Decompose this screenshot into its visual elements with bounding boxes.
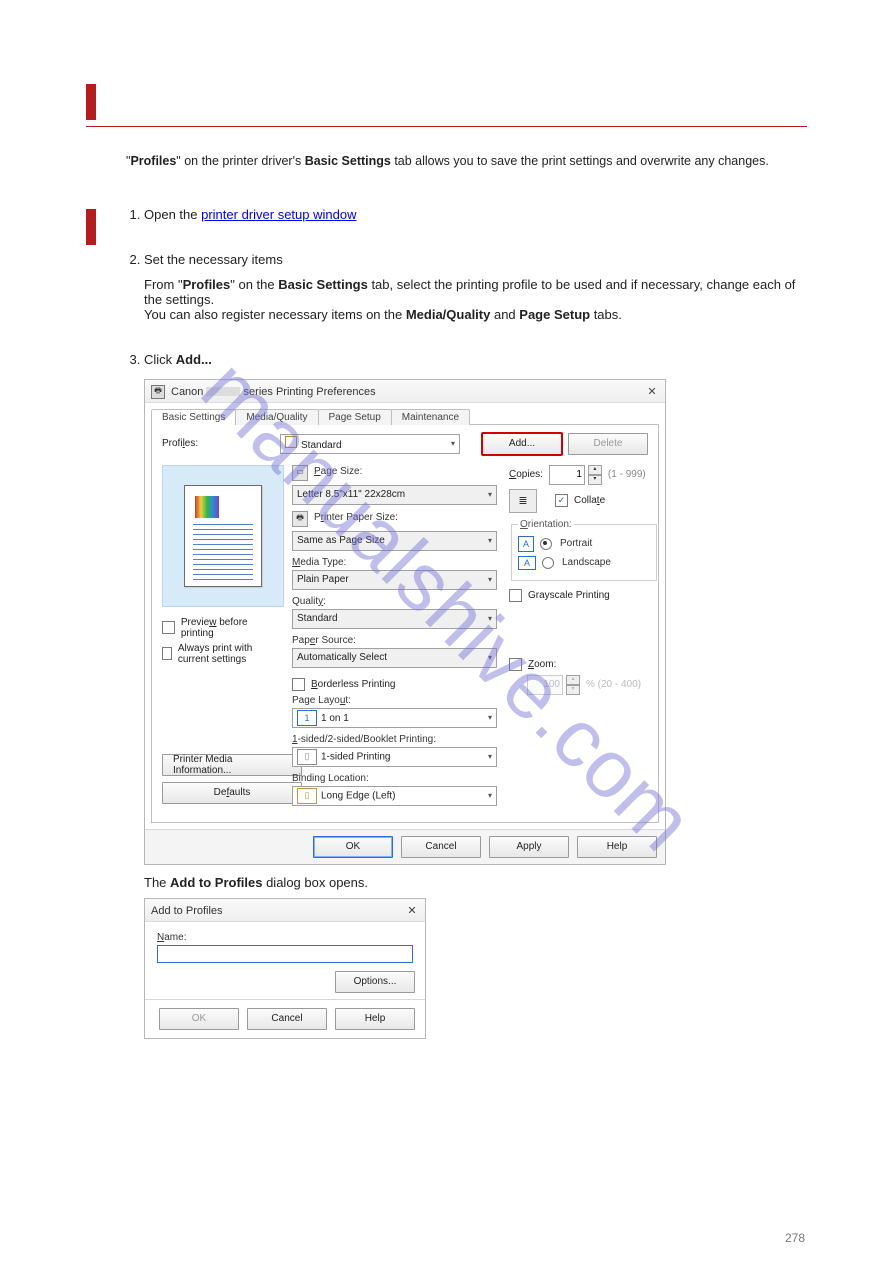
zoom-label: Zoom: (528, 659, 556, 670)
grayscale-label: Grayscale Printing (528, 590, 610, 601)
add-to-profiles-dialog: Add to Profiles ✕ Name: Options... OK (144, 898, 426, 1039)
borderless-checkbox[interactable] (292, 678, 305, 691)
dialog-title: Canon series Printing Preferences (171, 386, 376, 398)
step-3: Click Add... 🖶 Canon series Printing Pre… (144, 352, 807, 1039)
title-red-pillar (86, 84, 96, 120)
zoom-range: % (20 - 400) (586, 679, 641, 690)
delete-button[interactable]: Delete (568, 433, 648, 455)
page-layout-label: Page Layout: (292, 695, 497, 706)
printer-paper-size-label: Printer Paper Size: (314, 512, 398, 523)
add-help-button[interactable]: Help (335, 1008, 415, 1030)
redacted-model (206, 387, 240, 396)
orientation-group: Orientation: A Portrait (511, 519, 657, 581)
copies-range: (1 - 999) (608, 469, 646, 480)
sheet-icon (184, 485, 262, 587)
always-checkbox-label: Always print with current settings (178, 643, 282, 665)
sided-combo[interactable]: ▯1-sided Printing▾ (292, 747, 497, 767)
tabs: Basic Settings Media/Quality Page Setup … (151, 403, 659, 425)
defaults-button[interactable]: Defaults (162, 782, 302, 804)
printer-media-info-button[interactable]: Printer Media Information... (162, 754, 302, 776)
paper-source-combo[interactable]: Automatically Select▾ (292, 648, 497, 668)
copies-input[interactable] (549, 465, 585, 485)
portrait-radio[interactable] (540, 538, 552, 550)
tab-media-quality[interactable]: Media/Quality (235, 409, 318, 425)
page-layout-combo[interactable]: 11 on 1▾ (292, 708, 497, 728)
printer-paper-size-combo[interactable]: Same as Page Size▾ (292, 531, 497, 551)
orientation-legend: Orientation: (518, 519, 574, 530)
copies-spin[interactable]: ▴▾ (549, 465, 602, 485)
zoom-spin: ▴▾ (527, 675, 580, 695)
dialog-button-bar: OK Cancel Apply Help (145, 829, 665, 864)
page-size-combo[interactable]: Letter 8.5"x11" 22x28cm▾ (292, 485, 497, 505)
step3-after-text: The Add to Profiles dialog box opens. (144, 875, 807, 890)
section-red-pillar (86, 209, 96, 245)
always-checkbox[interactable] (162, 647, 172, 660)
collate-label: Collate (574, 495, 605, 506)
chevron-down-icon: ▾ (451, 439, 455, 448)
header-title-row (86, 84, 807, 120)
tab-page-setup[interactable]: Page Setup (318, 409, 392, 425)
tab-maintenance[interactable]: Maintenance (391, 409, 470, 425)
spin-up-icon[interactable]: ▴ (588, 465, 602, 475)
add-dialog-title: Add to Profiles (151, 905, 223, 917)
borderless-label: Borderless Printing (311, 679, 395, 690)
options-button[interactable]: Options... (335, 971, 415, 993)
page-intro-text: "Profiles" on the printer driver's Basic… (126, 153, 807, 171)
sided-label: 1-sided/2-sided/Booklet Printing: (292, 734, 497, 745)
grayscale-checkbox[interactable] (509, 589, 522, 602)
binding-combo[interactable]: ▯Long Edge (Left)▾ (292, 786, 497, 806)
zoom-input (527, 675, 563, 695)
add-cancel-button[interactable]: Cancel (247, 1008, 327, 1030)
step-2: Set the necessary items From "Profiles" … (144, 252, 807, 322)
step-2-sub: From "Profiles" on the Basic Settings ta… (144, 277, 807, 322)
copies-label: Copies: (509, 469, 543, 480)
media-type-label: Media Type: (292, 557, 497, 568)
collate-icon: ≣ (509, 489, 537, 513)
link-printer-setup[interactable]: printer driver setup window (201, 207, 356, 222)
landscape-icon: A (518, 556, 536, 570)
landscape-radio[interactable] (542, 557, 554, 569)
quality-label: Quality: (292, 596, 497, 607)
apply-button[interactable]: Apply (489, 836, 569, 858)
add-button[interactable]: Add... (482, 433, 562, 455)
profile-icon (285, 436, 297, 448)
printer-icon: 🖶 (151, 385, 165, 399)
close-icon[interactable]: ✕ (645, 385, 659, 398)
page-size-label: Page Size: (314, 466, 362, 477)
ok-button[interactable]: OK (313, 836, 393, 858)
preview-checkbox-label: Preview before printing (181, 617, 282, 639)
cancel-button[interactable]: Cancel (401, 836, 481, 858)
name-input[interactable] (157, 945, 413, 963)
step-1: Open the printer driver setup window (144, 207, 807, 222)
tab-basic-settings[interactable]: Basic Settings (151, 409, 236, 425)
page-number: 278 (785, 1231, 805, 1245)
printing-preferences-dialog: 🖶 Canon series Printing Preferences ✕ Ba… (144, 379, 666, 865)
portrait-icon: A (518, 536, 534, 552)
paper-source-label: Paper Source: (292, 635, 497, 646)
printer-paper-icon: 🖶 (292, 511, 308, 527)
profiles-label: Profiles: (162, 438, 274, 449)
collate-checkbox[interactable] (555, 494, 568, 507)
zoom-checkbox[interactable] (509, 658, 522, 671)
spin-down-icon[interactable]: ▾ (588, 475, 602, 485)
binding-label: Binding Location: (292, 773, 497, 784)
dialog-titlebar: 🖶 Canon series Printing Preferences ✕ (145, 380, 665, 403)
close-icon[interactable]: ✕ (405, 904, 419, 917)
media-type-combo[interactable]: Plain Paper▾ (292, 570, 497, 590)
name-label: Name: (157, 932, 413, 943)
quality-combo[interactable]: Standard▾ (292, 609, 497, 629)
page-size-icon: ▭ (292, 465, 308, 481)
help-button[interactable]: Help (577, 836, 657, 858)
preview-checkbox[interactable] (162, 621, 175, 634)
header-divider (86, 126, 807, 127)
add-ok-button[interactable]: OK (159, 1008, 239, 1030)
print-preview-pane (162, 465, 284, 607)
profiles-combo[interactable]: Standard ▾ (280, 434, 460, 454)
